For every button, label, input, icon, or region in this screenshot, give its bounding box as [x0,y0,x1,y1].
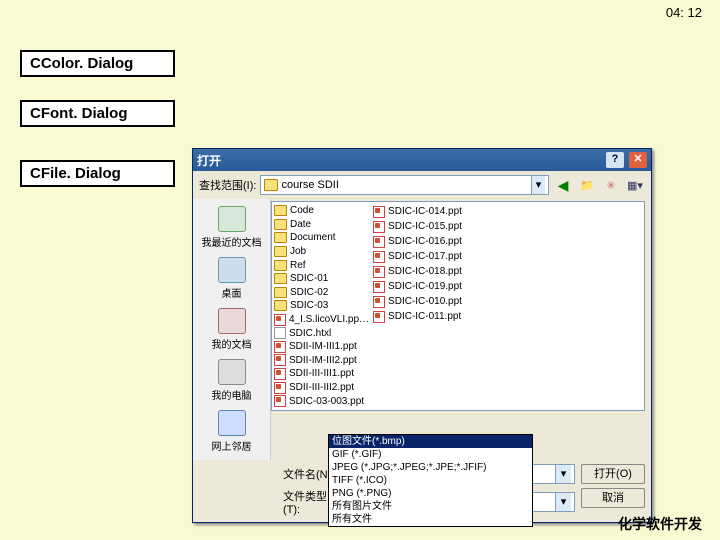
file-item[interactable]: Date [274,218,369,232]
category-color-dialog[interactable]: CColor. Dialog [20,50,175,77]
file-item[interactable]: SDIC-IC-018.ppt [373,264,462,279]
look-in-label: 查找范围(I): [199,177,256,193]
filter-option[interactable]: 位图文件(*.bmp) [329,435,532,448]
chevron-down-icon[interactable]: ▾ [555,493,571,511]
toolbar: 查找范围(I): course SDII ▾ ◀ 📁 ✳ ▦▾ [193,171,651,199]
folder-icon [274,205,287,216]
file-item[interactable]: 4_I.S.licoVLI.pp… [274,313,369,327]
filetype-dropdown[interactable]: 位图文件(*.bmp)GIF (*.GIF)JPEG (*.JPG;*.JPEG… [328,434,533,527]
file-item[interactable]: SDII-IM-III1.ppt [274,340,369,354]
folder-icon [274,246,287,257]
file-item[interactable]: SDIC-IC-016.ppt [373,234,462,249]
desktop-icon [218,257,246,283]
file-item[interactable]: Ref [274,258,369,272]
file-item[interactable]: SDIC-IC-011.ppt [373,309,462,324]
help-button[interactable]: ? [606,152,624,168]
file-item[interactable]: Job [274,245,369,259]
ppt-icon [274,314,286,326]
recent-icon [218,206,246,232]
cancel-button[interactable]: 取消 [581,488,645,508]
folder-icon [274,300,287,311]
category-font-dialog[interactable]: CFont. Dialog [20,100,175,127]
file-item[interactable]: SDII-III-III2.ppt [274,381,369,395]
file-item[interactable]: Document [274,231,369,245]
ppt-icon [274,368,286,380]
filter-option[interactable]: 所有图片文件 [329,500,532,513]
place-recent[interactable]: 我最近的文档 [198,203,266,252]
file-icon [274,327,286,339]
open-button[interactable]: 打开(O) [581,464,645,484]
file-item[interactable]: SDIC-IC-010.ppt [373,294,462,309]
up-folder-icon[interactable]: 📁 [577,175,597,195]
filter-option[interactable]: JPEG (*.JPG;*.JPEG;*.JPE;*.JFIF) [329,461,532,474]
folder-icon [274,260,287,271]
look-in-value: course SDII [281,179,338,191]
folder-icon [264,179,278,191]
network-icon [218,410,246,436]
file-item[interactable]: Code [274,204,369,218]
footer-text: 化学软件开发 [618,514,702,534]
file-item[interactable]: SDIC-03-003.ppt [274,394,369,408]
ppt-icon [373,266,385,278]
ppt-icon [274,341,286,353]
filter-option[interactable]: TIFF (*.ICO) [329,474,532,487]
ppt-icon [274,395,286,407]
category-file-dialog[interactable]: CFile. Dialog [20,160,175,187]
filter-option[interactable]: 所有文件 [329,513,532,526]
views-icon[interactable]: ▦▾ [625,175,645,195]
close-button[interactable]: ✕ [629,152,647,168]
ppt-icon [373,296,385,308]
place-desktop[interactable]: 桌面 [198,254,266,303]
file-item[interactable]: SDIC-IC-015.ppt [373,219,462,234]
file-item[interactable]: SDII-III-III1.ppt [274,367,369,381]
new-folder-icon[interactable]: ✳ [601,175,621,195]
file-item[interactable]: SDIC-01 [274,272,369,286]
dialog-title: 打开 [197,152,604,169]
folder-icon [274,232,287,243]
file-item[interactable]: SDIC-IC-014.ppt [373,204,462,219]
folder-icon [274,273,287,284]
place-network[interactable]: 网上邻居 [198,407,266,456]
chevron-down-icon[interactable]: ▾ [531,176,545,194]
titlebar[interactable]: 打开 ? ✕ [193,149,651,171]
ppt-icon [373,251,385,263]
folder-icon [274,219,287,230]
computer-icon [218,359,246,385]
file-list[interactable]: CodeDateDocumentJobRefSDIC-01SDIC-02SDIC… [271,201,645,411]
ppt-icon [274,354,286,366]
documents-icon [218,308,246,334]
ppt-icon [373,236,385,248]
timestamp: 04: 12 [666,5,702,20]
back-icon[interactable]: ◀ [553,175,573,195]
file-item[interactable]: SDIC-03 [274,299,369,313]
ppt-icon [373,206,385,218]
file-item[interactable]: SDII-IM-III2.ppt [274,354,369,368]
file-item[interactable]: SDIC-IC-017.ppt [373,249,462,264]
filter-option[interactable]: PNG (*.PNG) [329,487,532,500]
ppt-icon [373,281,385,293]
file-item[interactable]: SDIC.htxl [274,326,369,340]
chevron-down-icon[interactable]: ▾ [555,465,571,483]
file-item[interactable]: SDIC-IC-019.ppt [373,279,462,294]
place-documents[interactable]: 我的文档 [198,305,266,354]
ppt-icon [373,311,385,323]
folder-icon [274,287,287,298]
filter-option[interactable]: GIF (*.GIF) [329,448,532,461]
file-item[interactable]: SDIC-02 [274,286,369,300]
place-my-computer[interactable]: 我的电脑 [198,356,266,405]
places-bar: 我最近的文档 桌面 我的文档 我的电脑 网上邻居 [193,199,271,460]
look-in-combo[interactable]: course SDII ▾ [260,175,549,195]
ppt-icon [373,221,385,233]
ppt-icon [274,382,286,394]
